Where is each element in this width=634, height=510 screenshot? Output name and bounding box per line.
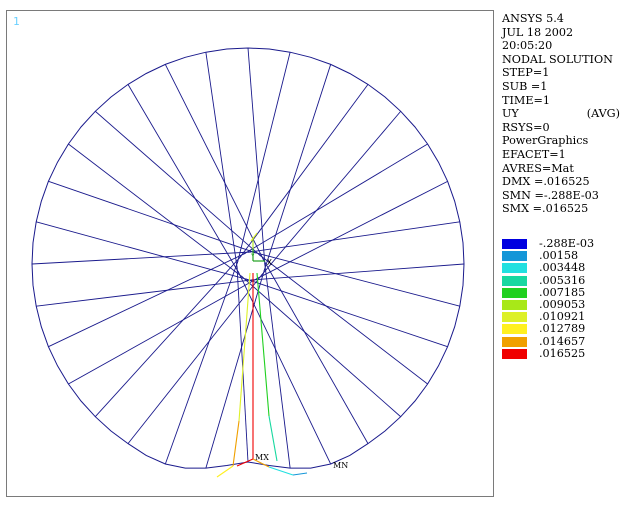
mesh-spoke <box>264 263 291 469</box>
mesh-spokes <box>31 47 465 469</box>
legend-swatch <box>502 312 527 323</box>
contour-segment <box>232 420 240 467</box>
smx-text: SMX =.016525 <box>502 202 589 216</box>
legend-value: .012789 <box>539 322 586 336</box>
legend-swatch <box>502 239 527 249</box>
product-version: ANSYS 5.4 <box>502 12 564 25</box>
mesh-rim <box>31 47 465 469</box>
smn-text: SMN =-.288E-03 <box>502 188 599 202</box>
max-label: MX <box>255 453 269 462</box>
mesh-spoke <box>36 221 249 281</box>
mesh-spoke <box>240 275 402 418</box>
min-label: MN <box>333 461 348 470</box>
mesh-spoke <box>36 279 254 307</box>
mesh-spoke <box>250 263 465 281</box>
info-panel: ANSYS 5.4 JUL 18 2002 20:05:20 NODAL SOL… <box>502 12 632 216</box>
time-value-text: TIME=1 <box>502 93 550 107</box>
step-text: STEP=1 <box>502 66 550 80</box>
mesh-spoke <box>253 251 460 307</box>
graphics-mode: PowerGraphics <box>502 134 589 148</box>
mesh-spoke <box>48 180 257 254</box>
contour-elements <box>216 232 308 478</box>
mesh-spoke <box>237 271 332 465</box>
solution-type: NODAL SOLUTION <box>502 52 613 66</box>
legend-value: .003448 <box>539 261 586 275</box>
mesh-spoke <box>164 260 239 465</box>
contour-segment <box>216 465 234 478</box>
result-mode: (AVG) <box>586 107 620 121</box>
legend-swatch <box>502 324 527 335</box>
date-text: JUL 18 2002 <box>502 25 574 39</box>
mesh-spoke <box>263 64 332 272</box>
legend-value: .00158 <box>539 249 579 263</box>
legend-row: .005316 <box>502 273 632 287</box>
result-item-row: UY (AVG) <box>502 107 620 121</box>
legend-value: .014657 <box>539 334 586 348</box>
rsys-text: RSYS=0 <box>502 120 550 134</box>
legend-value: .007185 <box>539 285 586 299</box>
legend-swatch <box>502 287 527 298</box>
contour-legend: -.288E-03.00158.003448.005316.007185.009… <box>502 238 632 360</box>
legend-value: -.288E-03 <box>539 237 595 250</box>
legend-row: .003448 <box>502 262 632 274</box>
legend-swatch <box>502 348 527 359</box>
contour-segment <box>256 272 270 417</box>
axis-label-y: Y <box>251 253 255 260</box>
efacet-text: EFACET=1 <box>502 147 566 161</box>
legend-value: .005316 <box>539 273 586 287</box>
contour-segment <box>292 472 308 476</box>
mesh-spoke <box>68 277 259 385</box>
legend-swatch <box>502 251 527 262</box>
avres-text: AVRES=Mat <box>502 161 574 175</box>
graphics-viewport[interactable]: 1 X Y MX MN <box>6 10 494 497</box>
result-item: UY <box>502 107 519 121</box>
mesh-spoke <box>248 221 460 253</box>
legend-value: .010921 <box>539 310 586 324</box>
axis-label-x: X <box>267 258 272 267</box>
mesh-spoke <box>205 52 238 269</box>
legend-row: .012789 <box>502 323 632 335</box>
legend-row: .014657 <box>502 334 632 348</box>
legend-swatch <box>502 275 527 286</box>
mesh-spoke <box>260 110 402 277</box>
mesh-spoke <box>262 257 369 444</box>
mesh-spoke <box>245 278 448 348</box>
deformed-mesh-plot[interactable]: X Y MX MN <box>7 11 493 496</box>
mesh-spoke <box>242 143 428 255</box>
mesh-spoke <box>258 254 428 385</box>
legend-swatch <box>502 299 527 310</box>
dmx-text: DMX =.016525 <box>502 175 590 189</box>
legend-value: .009053 <box>539 297 586 311</box>
legend-value: .016525 <box>539 346 586 360</box>
time-text: 20:05:20 <box>502 39 553 53</box>
mesh-spoke <box>236 52 291 264</box>
contour-segment <box>268 415 278 462</box>
mesh-spoke <box>205 268 266 469</box>
legend-swatch <box>502 263 527 274</box>
sub-text: SUB =1 <box>502 79 548 93</box>
legend-swatch <box>502 336 527 347</box>
legend-row: .016525 <box>502 346 632 360</box>
mesh-spoke <box>236 265 249 463</box>
